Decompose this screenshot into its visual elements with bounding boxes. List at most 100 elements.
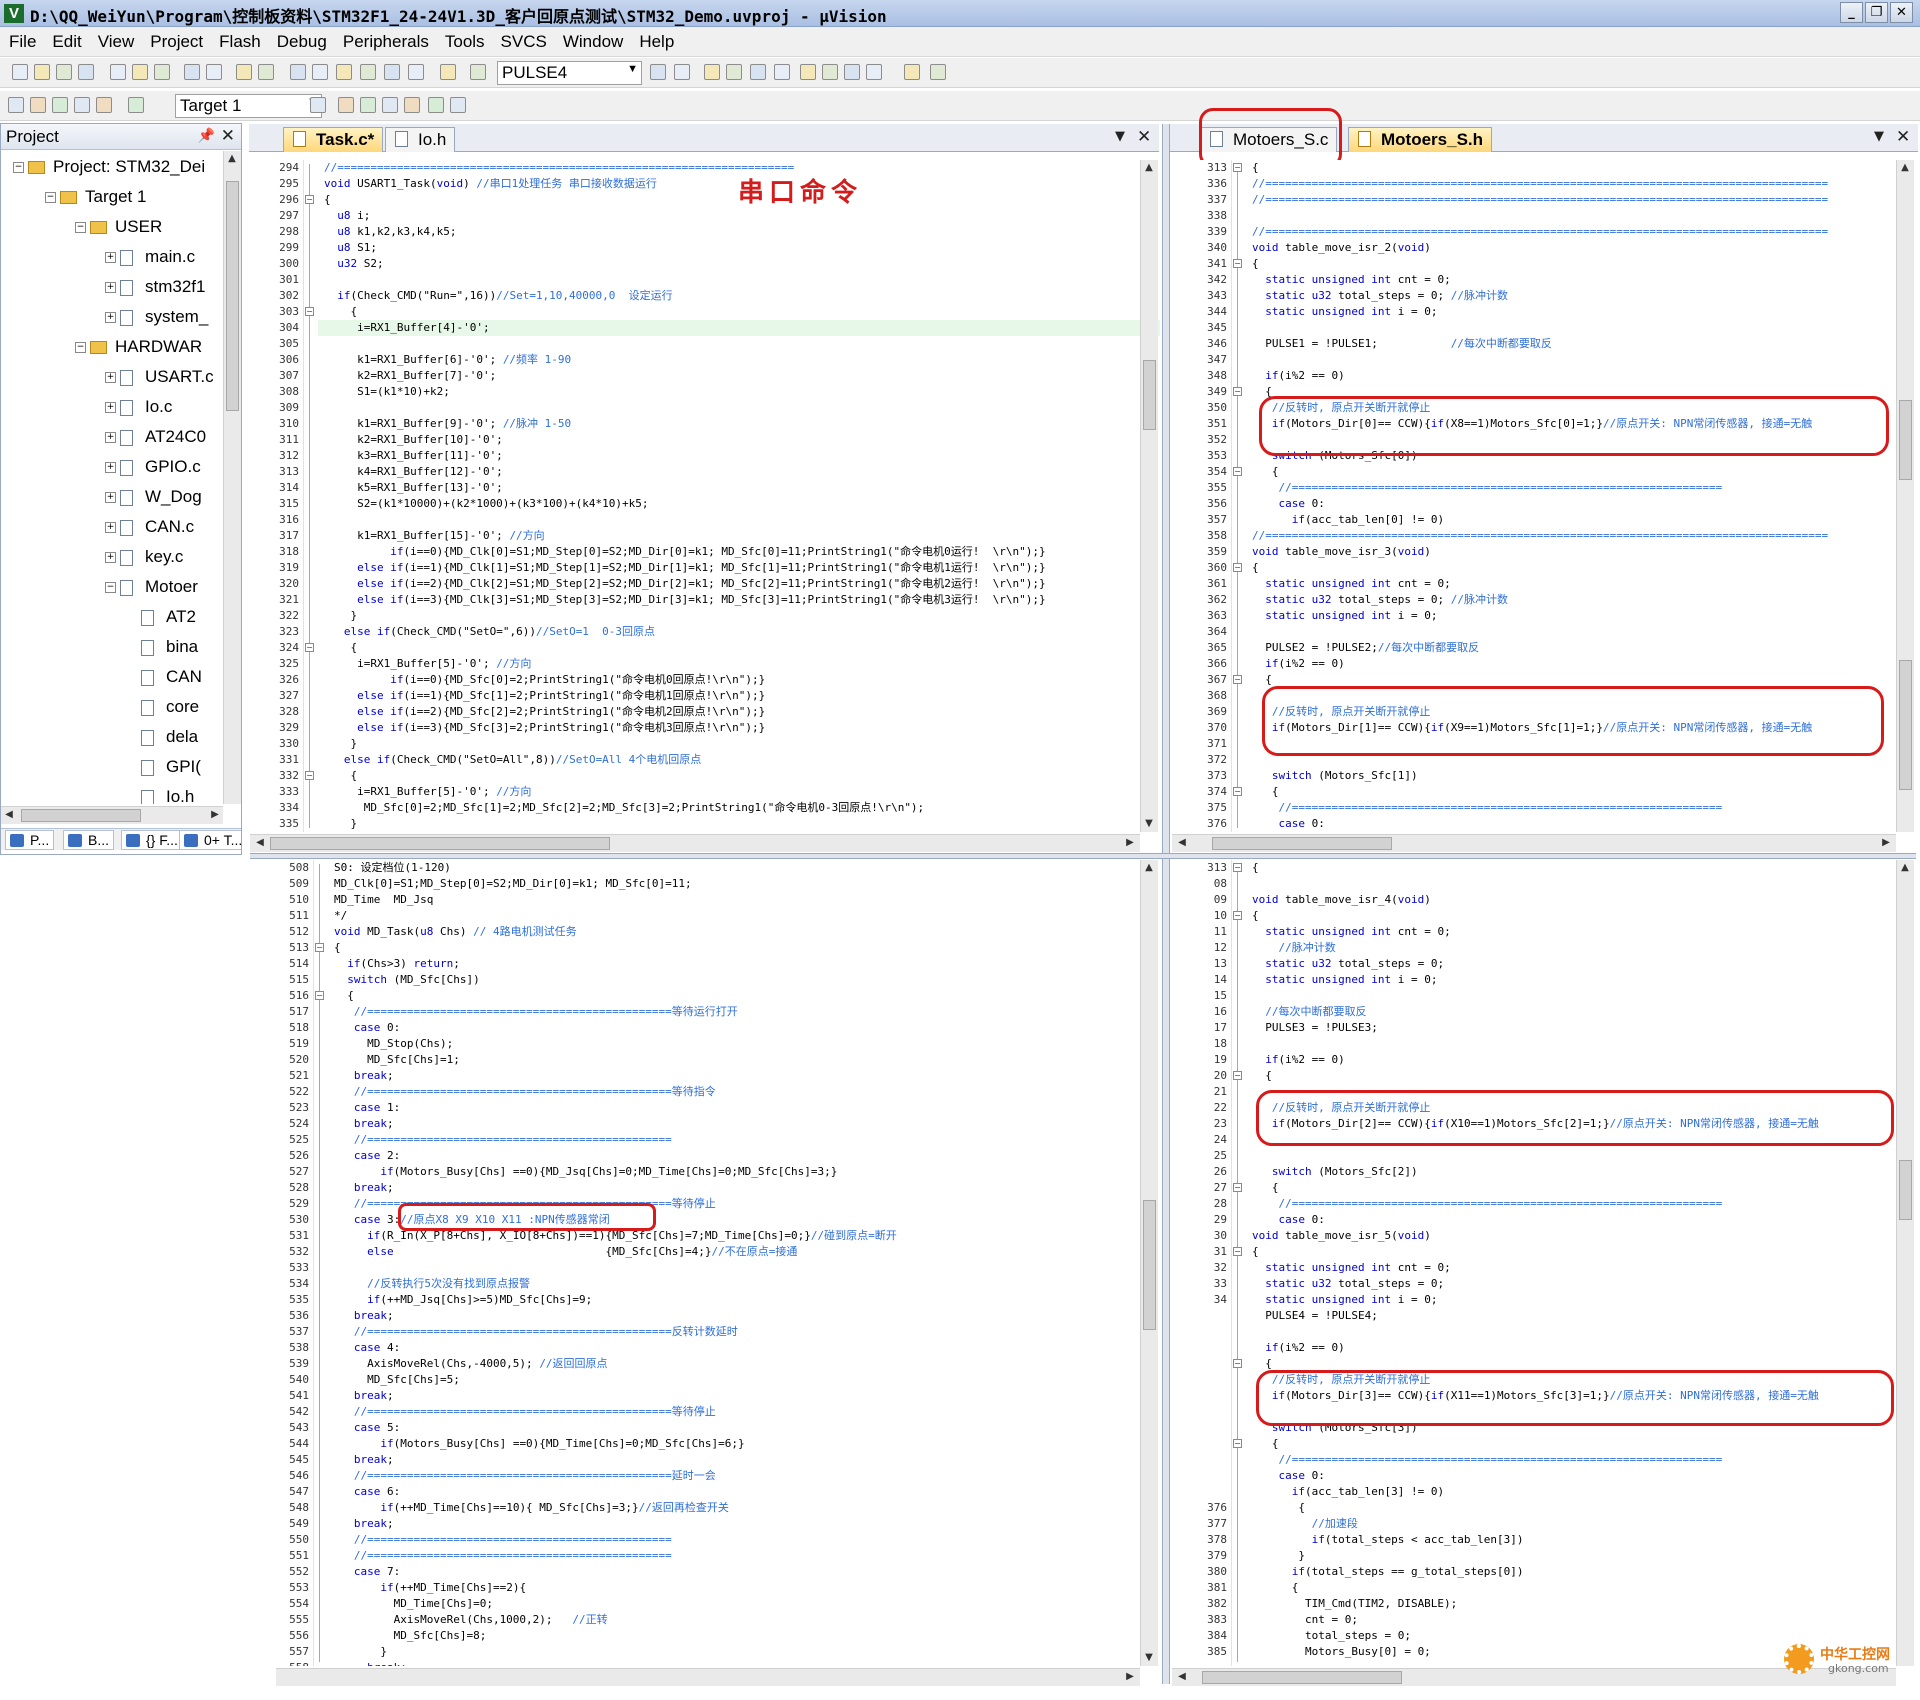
editor-task-c[interactable]: 294 295 296 297 298 299 300 301 302 303 304 305 306 3… xyxy=(250,160,1160,832)
code-line[interactable]: u32 S2; xyxy=(324,256,383,272)
fold-toggle-icon[interactable]: − xyxy=(1233,863,1242,872)
fold-toggle-icon[interactable]: − xyxy=(1233,787,1242,796)
fold-toggle-icon[interactable]: − xyxy=(1233,675,1242,684)
code-line[interactable]: { xyxy=(1252,256,1259,272)
close-icon[interactable]: ✕ xyxy=(221,126,235,146)
fold-toggle-icon[interactable]: − xyxy=(1233,1247,1242,1256)
vertical-splitter[interactable] xyxy=(1162,124,1170,1684)
menu-edit[interactable]: Edit xyxy=(43,27,88,52)
code-line[interactable]: u8 k1,k2,k3,k4,k5; xyxy=(324,224,456,240)
code-line[interactable]: //======================================… xyxy=(1252,480,1722,496)
toolbar-button-icon[interactable] xyxy=(312,64,328,80)
tree-item[interactable]: AT2 xyxy=(141,607,196,629)
toolbar-button-icon[interactable] xyxy=(440,64,456,80)
code-line[interactable]: if(i==0){MD_Clk[0]=S1;MD_Step[0]=S2;MD_D… xyxy=(324,544,1045,560)
code-line[interactable]: k2=RX1_Buffer[7]-'0'; xyxy=(324,368,496,384)
code-line[interactable]: //======================================… xyxy=(1252,192,1828,208)
code-line[interactable]: if(total_steps == g_total_steps[0]) xyxy=(1252,1564,1524,1580)
code-line[interactable]: MD_Sfc[0]=2;MD_Sfc[1]=2;MD_Sfc[2]=2;MD_S… xyxy=(324,800,924,816)
editor-tl-vscroll[interactable]: ▲ ▼ xyxy=(1140,160,1158,832)
code-line[interactable]: { xyxy=(1252,1244,1259,1260)
code-line[interactable]: { xyxy=(324,304,357,320)
code-line[interactable]: S2=(k1*10000)+(k2*1000)+(k3*100)+(k4*10)… xyxy=(324,496,648,512)
tree-item[interactable]: + CAN.c xyxy=(105,517,194,539)
toolbar-button-icon[interactable] xyxy=(822,64,838,80)
code-line[interactable]: { xyxy=(1252,1436,1279,1452)
editor-bl-vscroll[interactable]: ▲ ▼ xyxy=(1140,860,1158,1666)
code-line[interactable]: //======================================… xyxy=(334,1132,672,1148)
code-line[interactable]: break; xyxy=(334,1068,394,1084)
code-line[interactable]: else if(i==3){MD_Sfc[3]=2;PrintString1("… xyxy=(324,720,765,736)
project-bottom-tab[interactable]: B... xyxy=(63,830,115,850)
menu-file[interactable]: File xyxy=(0,27,43,52)
fold-toggle-icon[interactable]: − xyxy=(1233,467,1242,476)
code-line[interactable]: if(Chs>3) return; xyxy=(334,956,460,972)
code-line[interactable]: PULSE1 = !PULSE1; //每次中断都要取反 xyxy=(1252,336,1552,352)
target-combo[interactable]: Target 1▼ xyxy=(175,94,322,118)
code-line[interactable]: total_steps = 0; xyxy=(1252,1628,1411,1644)
editor-motoers-s-c-split[interactable]: 313 08 09 10 11 12 13 14 15 16 17 18 19 20 21 22 23 24 25 2… xyxy=(1172,860,1896,1666)
code-area[interactable]: S0: 设定档位(1-120) MD_Clk[0]=S1;MD_Step[0]=S… xyxy=(328,860,1160,1666)
toolbar-button-icon[interactable] xyxy=(650,64,666,80)
code-line[interactable]: { xyxy=(1252,1500,1305,1516)
toolbar-button-icon[interactable] xyxy=(470,64,486,80)
code-line[interactable]: if(++MD_Time[Chs]==2){ xyxy=(334,1580,526,1596)
toolbar-button-icon[interactable] xyxy=(800,64,816,80)
code-line[interactable]: static u32 total_steps = 0; //脉冲计数 xyxy=(1252,592,1508,608)
menu-window[interactable]: Window xyxy=(554,27,630,52)
fold-toggle-icon[interactable]: − xyxy=(305,307,314,316)
toolbar-button-icon[interactable] xyxy=(450,97,466,113)
code-line[interactable]: PULSE2 = !PULSE2;//每次中断都要取反 xyxy=(1252,640,1479,656)
toolbar-button-icon[interactable] xyxy=(704,64,720,80)
toolbar-button-icon[interactable] xyxy=(184,64,200,80)
tab-task-c[interactable]: Task.c* xyxy=(283,127,384,152)
code-line[interactable]: static u32 total_steps = 0; //脉冲计数 xyxy=(1252,288,1508,304)
toolbar-button-icon[interactable] xyxy=(338,97,354,113)
code-line[interactable]: } xyxy=(334,1644,387,1660)
code-line[interactable]: k4=RX1_Buffer[12]-'0'; xyxy=(324,464,503,480)
code-line[interactable]: switch (Motors_Sfc[1]) xyxy=(1252,768,1418,784)
fold-toggle-icon[interactable]: − xyxy=(1233,1183,1242,1192)
fold-toggle-icon[interactable]: − xyxy=(1233,563,1242,572)
toolbar-button-icon[interactable] xyxy=(930,64,946,80)
code-line[interactable]: if(i==0){MD_Sfc[0]=2;PrintString1("命令电机0… xyxy=(324,672,765,688)
code-line[interactable]: } xyxy=(324,608,357,624)
code-line[interactable]: static unsigned int cnt = 0; xyxy=(1252,576,1450,592)
menu-tools[interactable]: Tools xyxy=(436,27,492,52)
code-line[interactable]: //======================================… xyxy=(334,1324,738,1340)
code-line[interactable]: case 0: xyxy=(334,1020,400,1036)
code-line[interactable]: case 7: xyxy=(334,1564,400,1580)
code-line[interactable]: TIM_Cmd(TIM2, DISABLE); xyxy=(1252,1596,1457,1612)
code-line[interactable]: case 0: xyxy=(1252,816,1325,832)
code-line[interactable]: MD_Clk[0]=S1;MD_Step[0]=S2;MD_Dir[0]=k1;… xyxy=(334,876,692,892)
code-line[interactable]: case 6: xyxy=(334,1484,400,1500)
fold-toggle-icon[interactable]: − xyxy=(1233,1439,1242,1448)
code-line[interactable]: else if(i==1){MD_Clk[1]=S1;MD_Step[1]=S2… xyxy=(324,560,1046,576)
code-line[interactable]: if(i%2 == 0) xyxy=(1252,1052,1344,1068)
code-line[interactable]: */ xyxy=(334,908,347,924)
fold-toggle-icon[interactable]: − xyxy=(1233,259,1242,268)
toolbar-button-icon[interactable] xyxy=(336,64,352,80)
tree-item[interactable]: bina xyxy=(141,637,198,659)
code-line[interactable]: //======================================… xyxy=(324,160,794,176)
expand-toggle-icon[interactable]: + xyxy=(105,402,116,414)
toolbar-button-icon[interactable] xyxy=(384,64,400,80)
expand-toggle-icon[interactable]: − xyxy=(105,582,116,594)
code-line[interactable]: //每次中断都要取反 xyxy=(1252,1004,1366,1020)
code-line[interactable]: break; xyxy=(334,1116,394,1132)
toolbar-button-icon[interactable] xyxy=(382,97,398,113)
tree-item[interactable]: − USER xyxy=(75,217,162,239)
code-line[interactable]: //======================================… xyxy=(1252,528,1828,544)
code-line[interactable]: { xyxy=(1252,464,1279,480)
code-line[interactable]: S1=(k1*10)+k2; xyxy=(324,384,450,400)
minimize-button[interactable]: _ xyxy=(1840,2,1863,23)
toolbar-button-icon[interactable] xyxy=(110,64,126,80)
tree-item[interactable]: + GPIO.c xyxy=(105,457,201,479)
code-line[interactable]: break; xyxy=(334,1516,394,1532)
fold-toggle-icon[interactable]: − xyxy=(1233,1071,1242,1080)
code-line[interactable]: k1=RX1_Buffer[6]-'0'; //频率 1-90 xyxy=(324,352,571,368)
code-line[interactable]: case 0: xyxy=(1252,1468,1325,1484)
code-line[interactable]: if(Motors_Busy[Chs] ==0){MD_Time[Chs]=0;… xyxy=(334,1436,744,1452)
editor-tl-hscroll[interactable]: ◀ ▶ xyxy=(250,834,1140,852)
code-line[interactable]: static unsigned int cnt = 0; xyxy=(1252,1260,1450,1276)
